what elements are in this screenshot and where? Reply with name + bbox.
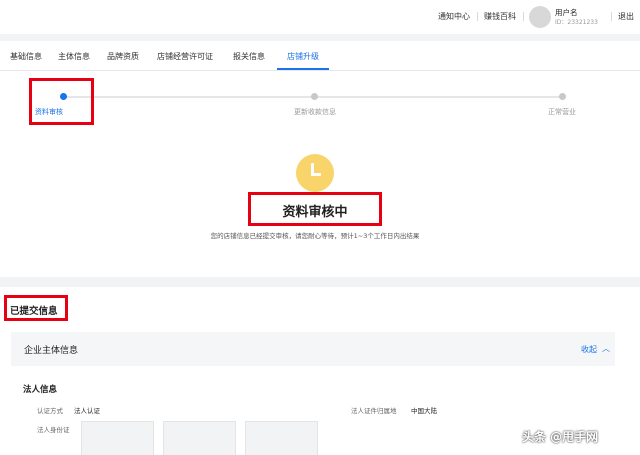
active-tab-indicator (277, 68, 329, 70)
chevron-up-icon[interactable]: ︿ (602, 343, 610, 354)
step-dot-update-payment (311, 93, 318, 100)
tab-brand-qualification[interactable]: 品牌资质 (107, 51, 139, 62)
notification-center-link[interactable]: 通知中心 (438, 11, 470, 22)
entity-info-header[interactable]: 企业主体信息 收起 ︿ (11, 332, 615, 366)
highlight-box-status (248, 192, 382, 226)
auth-method-value: 法人认证 (74, 407, 100, 415)
tab-customs-info[interactable]: 报关信息 (233, 51, 265, 62)
header-divider (523, 12, 524, 21)
earn-wiki-link[interactable]: 赚钱百科 (484, 11, 516, 22)
collapse-button[interactable]: 收起 (581, 344, 597, 355)
highlight-box-submitted (4, 295, 68, 321)
auth-method-label: 认证方式 (37, 407, 63, 415)
legal-person-title: 法人信息 (23, 385, 58, 395)
tab-store-upgrade[interactable]: 店铺升级 (287, 51, 319, 62)
avatar[interactable] (529, 6, 551, 28)
top-header: 通知中心 赚钱百科 用户名 ID：23321233 退出 (0, 0, 640, 34)
watermark: 头条 @甩手网 (522, 430, 599, 444)
status-description: 您的店铺信息已经提交审核，请您耐心等待，预计1~3个工作日内出结果 (210, 232, 420, 240)
tab-basic-info[interactable]: 基础信息 (10, 51, 42, 62)
tab-bar: 基础信息 主体信息 品牌资质 店铺经营许可证 报关信息 店铺升级 (0, 41, 640, 71)
cert-region-value: 中国大陆 (411, 407, 437, 415)
clock-icon (296, 154, 334, 192)
tab-store-license[interactable]: 店铺经营许可证 (157, 51, 213, 62)
step-label-normal-business: 正常营业 (548, 108, 576, 116)
header-divider (611, 12, 612, 21)
tab-entity-info[interactable]: 主体信息 (58, 51, 90, 62)
id-card-front-image[interactable] (81, 421, 154, 455)
logout-link[interactable]: 退出 (618, 11, 634, 22)
id-card-handheld-image[interactable] (245, 421, 318, 455)
step-label-update-payment: 更新收款信息 (294, 108, 336, 116)
step-dot-normal-business (559, 93, 566, 100)
id-card-label: 法人身份证 (37, 426, 70, 434)
user-id: ID：23321233 (555, 19, 598, 26)
cert-region-label: 法人证件归属地 (351, 407, 397, 415)
review-status-panel: 资料审核 更新收款信息 正常营业 资料审核中 您的店铺信息已经提交审核，请您耐心… (0, 71, 640, 277)
header-divider (477, 12, 478, 21)
highlight-box-step (29, 78, 94, 125)
entity-info-title: 企业主体信息 (24, 346, 79, 356)
id-card-back-image[interactable] (163, 421, 236, 455)
